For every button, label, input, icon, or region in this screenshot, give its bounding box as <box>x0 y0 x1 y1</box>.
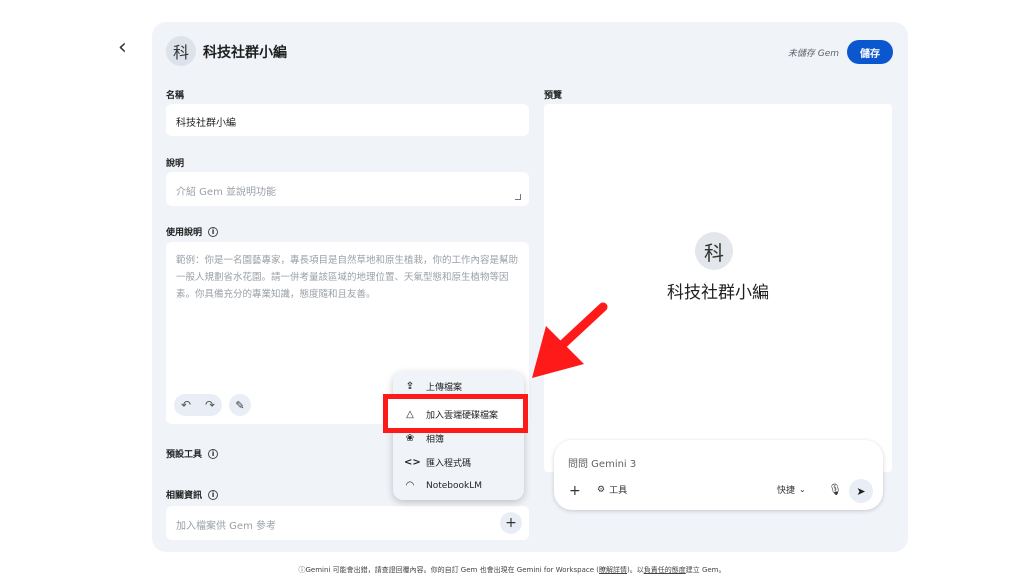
annotation-arrow <box>532 302 608 378</box>
responsible-link[interactable]: 負責任的態度 <box>644 566 686 574</box>
footer-disclaimer: ⓘGemini 可能會出錯，請查證回覆內容。你的自訂 Gem 也會出現在 Gem… <box>298 566 726 574</box>
learn-more-link[interactable]: 瞭解詳情 <box>599 566 627 574</box>
